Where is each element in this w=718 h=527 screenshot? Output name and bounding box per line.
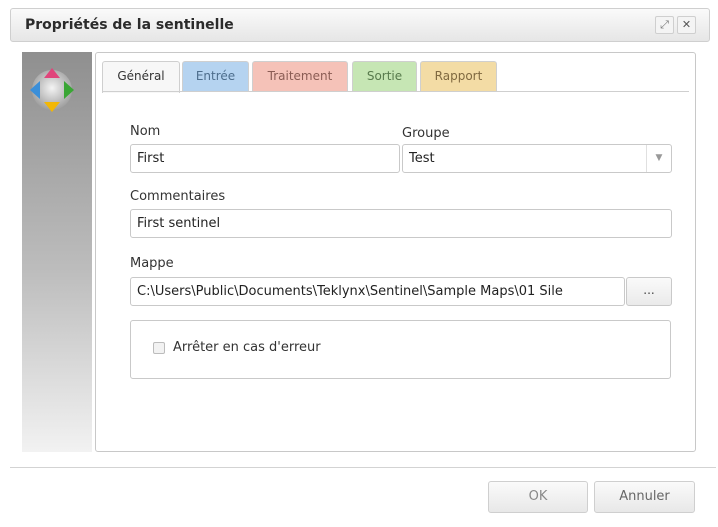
browse-button[interactable]: ... xyxy=(626,277,672,306)
commentaires-input[interactable] xyxy=(130,209,672,238)
options-group: Arrêter en cas d'erreur xyxy=(130,320,671,379)
tab-entree[interactable]: Entrée xyxy=(182,61,249,91)
groupe-select[interactable]: Test ▼ xyxy=(402,144,672,173)
dialog-title: Propriétés de la sentinelle xyxy=(25,17,234,33)
tab-divider xyxy=(102,91,689,92)
groupe-label: Groupe xyxy=(402,126,450,141)
tab-rapport[interactable]: Rapport xyxy=(420,61,497,91)
dialog-titlebar: Propriétés de la sentinelle ⤢ ✕ xyxy=(10,8,710,42)
properties-panel: Général Entrée Traitement Sortie Rapport… xyxy=(95,52,696,452)
close-icon[interactable]: ✕ xyxy=(677,16,696,34)
stop-on-error-label[interactable]: Arrêter en cas d'erreur xyxy=(173,340,321,355)
mappe-path-input[interactable] xyxy=(130,277,625,306)
groupe-select-value: Test xyxy=(409,151,435,166)
commentaires-label: Commentaires xyxy=(130,189,226,204)
footer-divider xyxy=(10,467,716,468)
mappe-label: Mappe xyxy=(130,256,174,271)
nom-input[interactable] xyxy=(130,144,400,173)
tab-traitement[interactable]: Traitement xyxy=(252,61,348,91)
ok-button[interactable]: OK xyxy=(488,481,588,513)
maximize-icon[interactable]: ⤢ xyxy=(655,16,674,34)
nom-label: Nom xyxy=(130,124,161,139)
sidebar xyxy=(22,52,92,452)
stop-on-error-checkbox[interactable] xyxy=(153,342,165,354)
cancel-button[interactable]: Annuler xyxy=(594,481,695,513)
tab-general[interactable]: Général xyxy=(102,61,180,93)
tab-sortie[interactable]: Sortie xyxy=(352,61,417,91)
chevron-down-icon[interactable]: ▼ xyxy=(646,145,671,172)
sentinel-logo-icon xyxy=(30,68,74,112)
